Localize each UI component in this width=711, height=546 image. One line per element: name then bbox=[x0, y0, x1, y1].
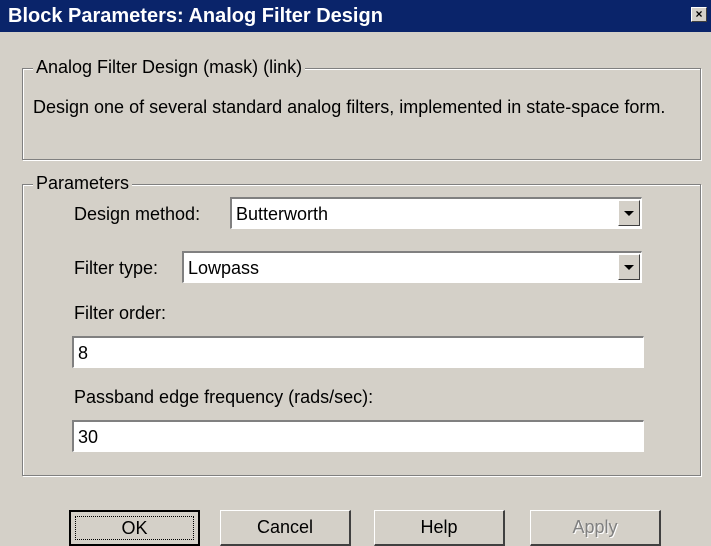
ok-button[interactable]: OK bbox=[69, 510, 200, 546]
design-method-label: Design method: bbox=[74, 204, 201, 224]
help-button[interactable]: Help bbox=[374, 510, 505, 546]
filter-type-label: Filter type: bbox=[74, 258, 159, 278]
cancel-button[interactable]: Cancel bbox=[220, 510, 351, 546]
filter-order-value: 8 bbox=[78, 343, 89, 363]
design-method-dropdown[interactable]: Butterworth bbox=[230, 197, 642, 229]
mask-description: Design one of several standard analog fi… bbox=[33, 97, 666, 117]
passband-edge-value: 30 bbox=[78, 427, 99, 447]
passband-edge-input[interactable]: 30 bbox=[72, 420, 644, 452]
design-method-value: Butterworth bbox=[236, 204, 329, 224]
filter-type-dropdown[interactable]: Lowpass bbox=[182, 251, 642, 283]
filter-order-input[interactable]: 8 bbox=[72, 336, 644, 368]
apply-button: Apply bbox=[530, 510, 661, 546]
passband-edge-label: Passband edge frequency (rads/sec): bbox=[74, 387, 374, 407]
dropdown-arrow-icon[interactable] bbox=[618, 200, 640, 226]
mask-group-legend: Analog Filter Design (mask) (link) bbox=[33, 57, 306, 78]
title-bar: Block Parameters: Analog Filter Design × bbox=[0, 0, 711, 32]
parameters-legend: Parameters bbox=[33, 173, 133, 194]
close-icon[interactable]: × bbox=[691, 7, 707, 22]
window-title: Block Parameters: Analog Filter Design bbox=[8, 5, 383, 27]
filter-type-value: Lowpass bbox=[188, 258, 260, 278]
mask-group-box: Analog Filter Design (mask) (link) Desig… bbox=[22, 57, 701, 160]
dropdown-arrow-icon[interactable] bbox=[618, 254, 640, 280]
filter-order-label: Filter order: bbox=[74, 303, 167, 323]
